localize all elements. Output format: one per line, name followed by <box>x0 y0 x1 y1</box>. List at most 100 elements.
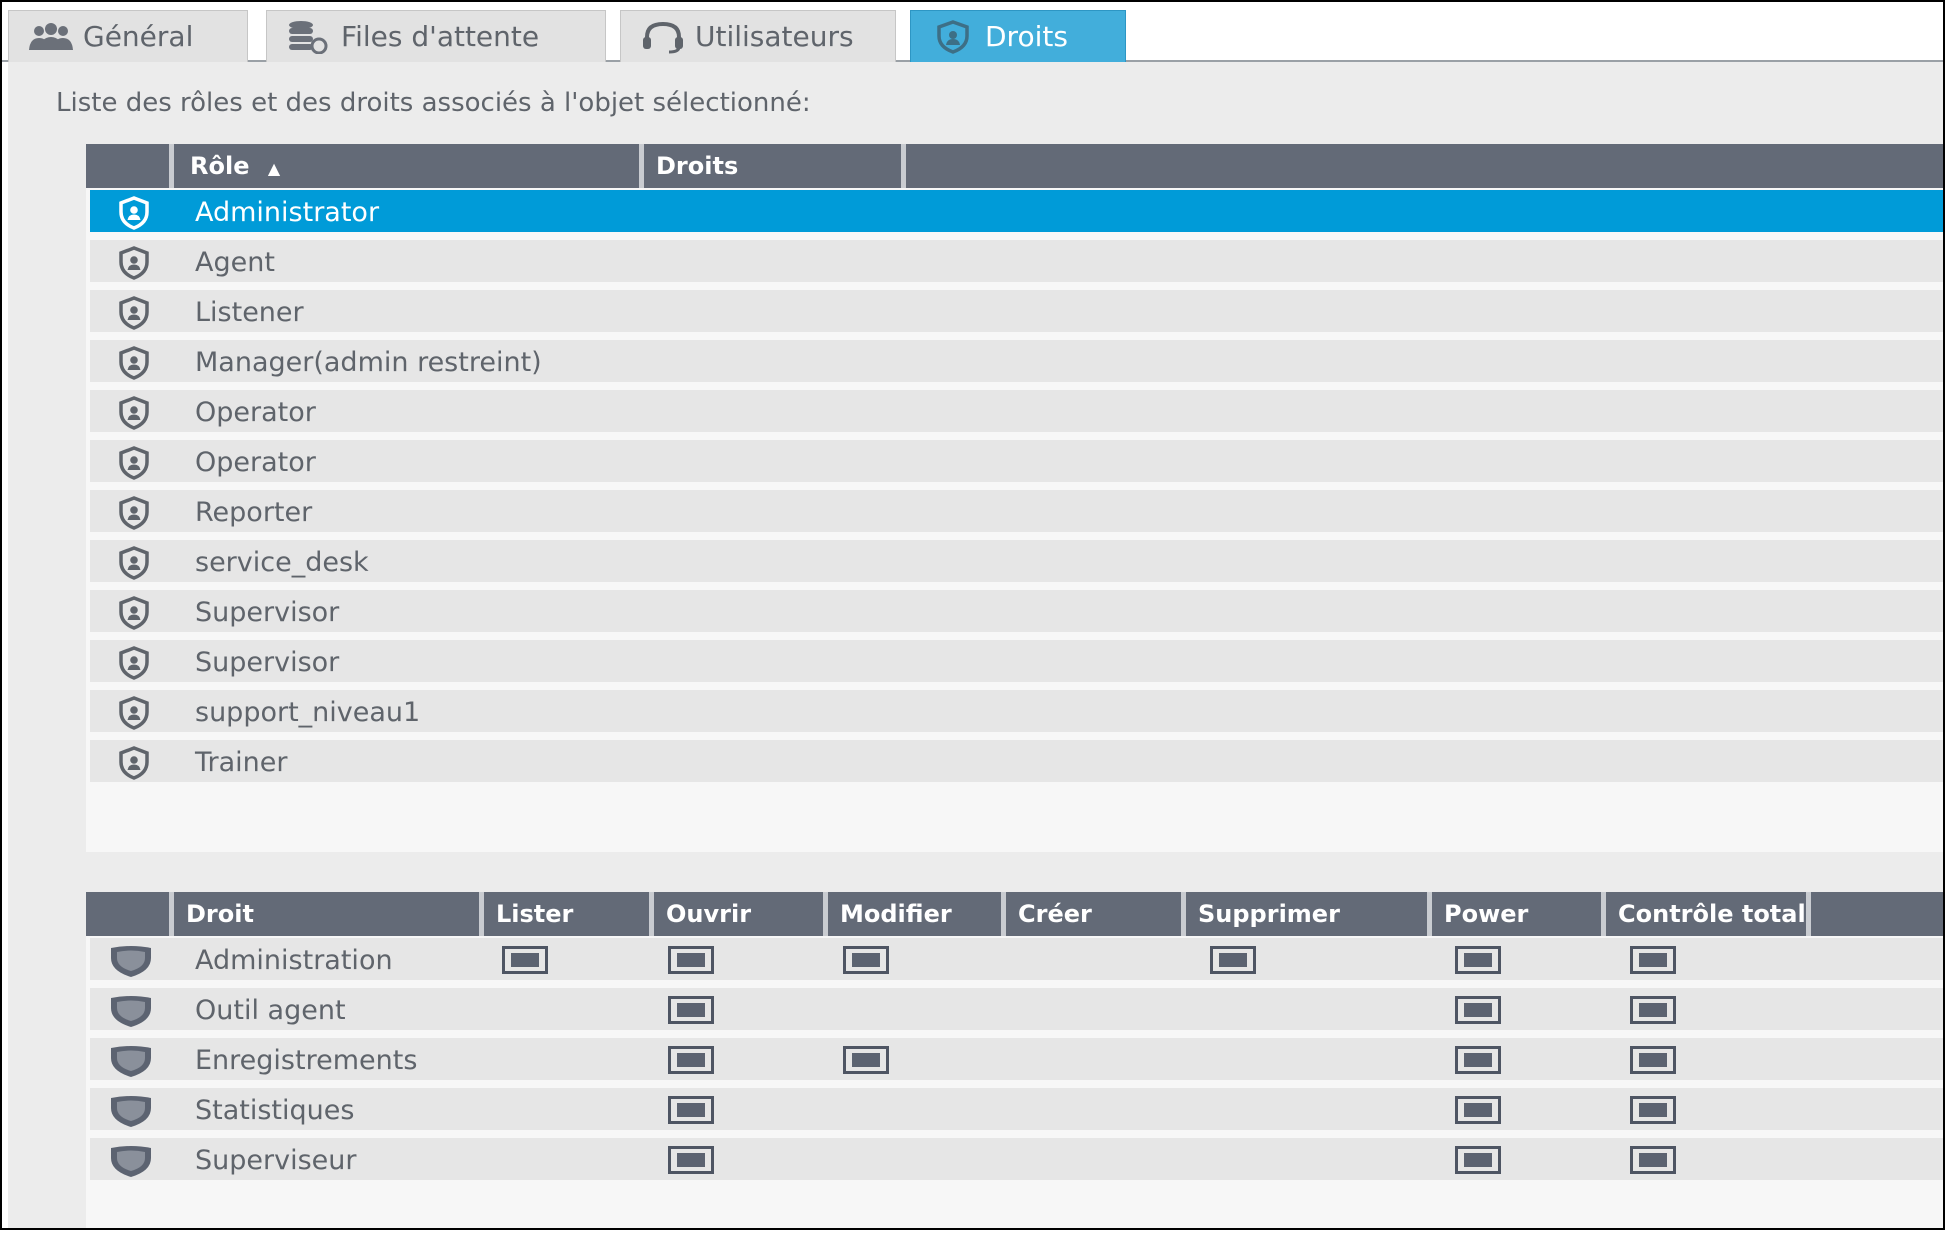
rights-grid-header: Droit Lister Ouvrir Modifier Créer Supprimer P… <box>86 892 1943 936</box>
role-label: Agent <box>195 247 275 278</box>
right-row[interactable]: Administration <box>90 938 1943 984</box>
tab-droits[interactable]: Droits <box>910 10 1126 62</box>
role-row[interactable]: support_niveau1 <box>90 690 1943 736</box>
checkbox-ouvrir[interactable] <box>668 1146 714 1174</box>
tab-label: Général <box>83 20 194 53</box>
header-droits-label: Droits <box>656 152 739 180</box>
role-label: Listener <box>195 297 304 328</box>
tab-label: Utilisateurs <box>695 20 854 53</box>
headset-icon <box>639 20 687 54</box>
rights-grid: Droit Lister Ouvrir Modifier Créer Supprimer P… <box>86 892 1943 1228</box>
checkbox-controle_total[interactable] <box>1630 996 1676 1024</box>
checkbox-controle_total[interactable] <box>1630 1096 1676 1124</box>
checkbox-controle_total[interactable] <box>1630 1146 1676 1174</box>
right-shield-icon <box>108 944 154 978</box>
role-row[interactable]: Administrator <box>90 190 1943 236</box>
role-label: support_niveau1 <box>195 697 421 728</box>
right-label: Statistiques <box>195 1095 355 1126</box>
header-supprimer[interactable]: Supprimer <box>1186 892 1432 936</box>
role-label: Supervisor <box>195 597 340 628</box>
header-icon-column <box>86 892 174 936</box>
role-shield-icon <box>114 596 154 630</box>
checkbox-modifier[interactable] <box>843 946 889 974</box>
role-row[interactable]: Manager(admin restreint) <box>90 340 1943 386</box>
right-label: Outil agent <box>195 995 346 1026</box>
sort-ascending-icon: ▲ <box>267 159 281 178</box>
role-row[interactable]: Agent <box>90 240 1943 286</box>
right-shield-icon <box>108 1044 154 1078</box>
role-label: Reporter <box>195 497 313 528</box>
right-row[interactable]: Statistiques <box>90 1088 1943 1134</box>
right-row[interactable]: Outil agent <box>90 988 1943 1034</box>
right-shield-icon <box>108 1144 154 1178</box>
header-modifier[interactable]: Modifier <box>828 892 1006 936</box>
header-role-label: Rôle <box>190 152 250 180</box>
role-row[interactable]: Operator <box>90 390 1943 436</box>
checkbox-controle_total[interactable] <box>1630 946 1676 974</box>
role-row[interactable]: Listener <box>90 290 1943 336</box>
checkbox-ouvrir[interactable] <box>668 996 714 1024</box>
checkbox-power[interactable] <box>1455 1146 1501 1174</box>
role-shield-icon <box>114 546 154 580</box>
role-shield-icon <box>114 196 154 230</box>
queue-icon <box>285 20 333 54</box>
checkbox-power[interactable] <box>1455 1046 1501 1074</box>
checkbox-controle_total[interactable] <box>1630 1046 1676 1074</box>
users-icon <box>27 20 75 54</box>
checkbox-power[interactable] <box>1455 996 1501 1024</box>
right-row[interactable]: Enregistrements <box>90 1038 1943 1084</box>
checkbox-lister[interactable] <box>502 946 548 974</box>
header-ouvrir[interactable]: Ouvrir <box>654 892 828 936</box>
role-row[interactable]: Supervisor <box>90 640 1943 686</box>
header-droit[interactable]: Droit <box>174 892 484 936</box>
right-shield-icon <box>108 994 154 1028</box>
header-lister[interactable]: Lister <box>484 892 654 936</box>
intro-text: Liste des rôles et des droits associés à… <box>56 88 811 118</box>
checkbox-supprimer[interactable] <box>1210 946 1256 974</box>
role-shield-icon <box>114 346 154 380</box>
tab-label: Droits <box>985 20 1068 53</box>
role-label: Supervisor <box>195 647 340 678</box>
checkbox-modifier[interactable] <box>843 1046 889 1074</box>
header-role[interactable]: Rôle ▲ <box>174 144 644 188</box>
role-row[interactable]: Reporter <box>90 490 1943 536</box>
role-shield-icon <box>114 446 154 480</box>
tab-utilisateurs[interactable]: Utilisateurs <box>620 10 896 62</box>
role-shield-icon <box>114 396 154 430</box>
header-droits[interactable]: Droits <box>644 144 906 188</box>
shield-icon <box>929 19 977 54</box>
right-shield-icon <box>108 1094 154 1128</box>
header-creer[interactable]: Créer <box>1006 892 1186 936</box>
role-row[interactable]: Supervisor <box>90 590 1943 636</box>
checkbox-ouvrir[interactable] <box>668 1096 714 1124</box>
role-shield-icon <box>114 246 154 280</box>
right-label: Administration <box>195 945 393 976</box>
role-row[interactable]: Trainer <box>90 740 1943 786</box>
right-label: Superviseur <box>195 1145 357 1176</box>
header-icon-column <box>86 144 174 188</box>
role-label: Operator <box>195 397 316 428</box>
role-shield-icon <box>114 646 154 680</box>
checkbox-power[interactable] <box>1455 946 1501 974</box>
checkbox-power[interactable] <box>1455 1096 1501 1124</box>
roles-grid-header: Rôle ▲ Droits <box>86 144 1943 188</box>
role-row[interactable]: service_desk <box>90 540 1943 586</box>
role-label: Manager(admin restreint) <box>195 347 542 378</box>
roles-grid: Rôle ▲ Droits Administrator Agent Listener… <box>86 144 1943 852</box>
role-shield-icon <box>114 696 154 730</box>
tab-label: Files d'attente <box>341 20 540 53</box>
role-label: service_desk <box>195 547 369 578</box>
role-shield-icon <box>114 296 154 330</box>
header-controle_total[interactable]: Contrôle total <box>1606 892 1811 936</box>
role-label: Operator <box>195 447 316 478</box>
tab-files-attente[interactable]: Files d'attente <box>266 10 606 62</box>
tab-general[interactable]: Général <box>8 10 248 62</box>
checkbox-ouvrir[interactable] <box>668 1046 714 1074</box>
permissions-panel: Général Files d'attente Utilisateurs Dro… <box>0 0 1945 1230</box>
checkbox-ouvrir[interactable] <box>668 946 714 974</box>
right-row[interactable]: Superviseur <box>90 1138 1943 1184</box>
header-power[interactable]: Power <box>1432 892 1606 936</box>
role-label: Administrator <box>195 197 380 228</box>
role-shield-icon <box>114 746 154 780</box>
role-row[interactable]: Operator <box>90 440 1943 486</box>
